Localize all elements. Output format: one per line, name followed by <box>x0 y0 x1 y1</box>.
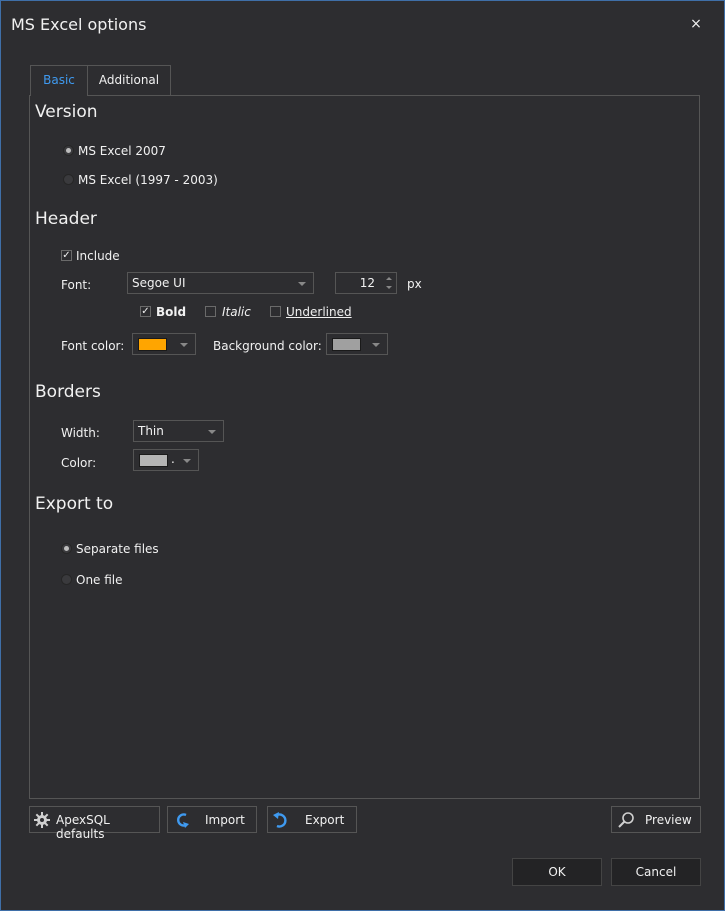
border-width-select[interactable]: Thin <box>133 420 224 442</box>
version-1997-radio[interactable] <box>63 174 74 185</box>
font-color-swatch <box>138 338 167 351</box>
font-size-unit: px <box>407 277 422 291</box>
chevron-down-icon <box>180 343 188 347</box>
spin-up-icon[interactable] <box>386 277 392 280</box>
chevron-down-icon <box>208 430 216 434</box>
border-color-suffix: . <box>171 452 175 466</box>
font-select[interactable]: Segoe UI <box>127 272 314 294</box>
underlined-label[interactable]: Underlined <box>286 305 352 319</box>
dialog-title: MS Excel options <box>11 15 147 34</box>
font-color-label: Font color: <box>61 339 125 353</box>
background-color-picker[interactable] <box>326 333 388 355</box>
version-2007-label[interactable]: MS Excel 2007 <box>78 144 166 158</box>
magnifier-icon <box>618 812 634 828</box>
include-checkbox[interactable]: ✓ <box>61 250 72 261</box>
font-select-value: Segoe UI <box>132 276 186 290</box>
cancel-button[interactable]: Cancel <box>611 858 701 886</box>
export-button[interactable]: Export <box>267 806 357 833</box>
import-label: Import <box>205 813 245 827</box>
ok-button[interactable]: OK <box>512 858 602 886</box>
border-color-swatch <box>139 454 168 467</box>
include-label[interactable]: Include <box>76 249 120 263</box>
chevron-down-icon <box>372 343 380 347</box>
font-color-picker[interactable] <box>132 333 196 355</box>
tab-additional[interactable]: Additional <box>87 65 171 96</box>
chevron-down-icon <box>298 282 306 286</box>
options-dialog: MS Excel options × Basic Additional Vers… <box>0 0 725 911</box>
gear-icon <box>34 812 50 828</box>
background-color-swatch <box>332 338 361 351</box>
font-size-stepper[interactable]: 12 <box>335 272 397 294</box>
italic-checkbox[interactable] <box>205 306 216 317</box>
tab-basic[interactable]: Basic <box>30 65 88 96</box>
spin-down-icon[interactable] <box>386 286 392 289</box>
one-file-radio[interactable] <box>61 574 72 585</box>
border-color-label: Color: <box>61 456 97 470</box>
preview-button[interactable]: Preview <box>611 806 701 833</box>
preview-label: Preview <box>645 813 692 827</box>
one-file-label[interactable]: One file <box>76 573 123 587</box>
border-color-picker[interactable]: . <box>133 449 199 471</box>
font-label: Font: <box>61 278 92 292</box>
version-1997-label[interactable]: MS Excel (1997 - 2003) <box>78 173 218 187</box>
header-heading: Header <box>35 209 97 229</box>
import-button[interactable]: Import <box>167 806 257 833</box>
border-width-label: Width: <box>61 426 100 440</box>
background-color-label: Background color: <box>213 339 322 353</box>
tab-panel <box>29 95 700 799</box>
bold-label[interactable]: Bold <box>156 305 186 319</box>
apexsql-defaults-label: ApexSQL defaults <box>56 813 110 841</box>
bold-checkbox[interactable]: ✓ <box>140 306 151 317</box>
separate-files-radio[interactable] <box>61 543 72 554</box>
close-icon: × <box>690 16 702 32</box>
underlined-checkbox[interactable] <box>270 306 281 317</box>
chevron-down-icon <box>183 459 191 463</box>
apexsql-defaults-button[interactable]: ApexSQL defaults <box>29 806 160 841</box>
version-heading: Version <box>35 102 98 122</box>
version-2007-radio[interactable] <box>63 145 74 156</box>
export-to-heading: Export to <box>35 494 114 514</box>
import-arrow-icon <box>177 813 189 828</box>
borders-heading: Borders <box>35 382 101 402</box>
separate-files-label[interactable]: Separate files <box>76 542 159 556</box>
export-label: Export <box>305 813 345 827</box>
export-arrow-icon <box>273 812 287 828</box>
font-size-value: 12 <box>359 276 375 290</box>
border-width-value: Thin <box>138 424 164 438</box>
italic-label[interactable]: Italic <box>222 305 251 319</box>
close-button[interactable]: × <box>687 15 705 33</box>
